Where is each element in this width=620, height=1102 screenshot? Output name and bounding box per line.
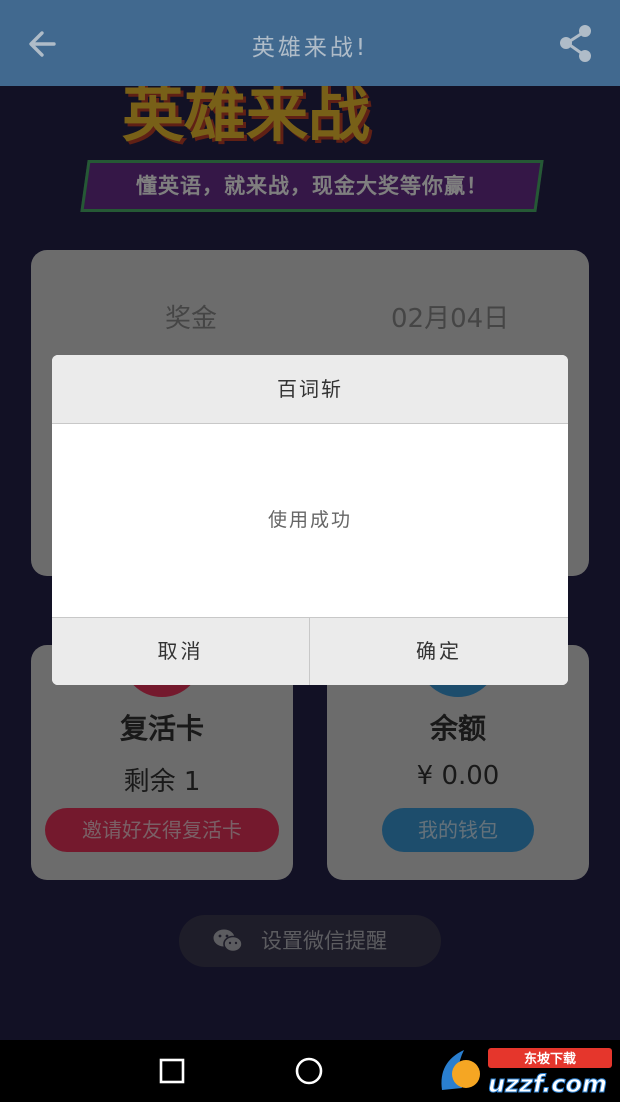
dialog-title: 百词斩 xyxy=(52,355,568,424)
recent-apps-icon[interactable] xyxy=(158,1057,186,1085)
confirm-button[interactable]: 确定 xyxy=(310,617,568,685)
app-bar: 英雄来战! xyxy=(0,0,620,86)
app-screen: 英雄来战 懂英语，就来战，现金大奖等你赢！ 奖金 02月04日 复活卡 剩余 1… xyxy=(0,0,620,1040)
cancel-button[interactable]: 取消 xyxy=(52,617,309,685)
svg-text:东坡下载: 东坡下载 xyxy=(524,1051,576,1067)
app-bar-dim xyxy=(0,0,620,86)
home-icon[interactable] xyxy=(294,1056,324,1086)
uzzf-watermark-logo: 东坡下载 uzzf.com xyxy=(441,1048,612,1099)
dialog-message: 使用成功 xyxy=(267,509,352,531)
svg-text:uzzf.com: uzzf.com xyxy=(488,1070,607,1098)
confirm-dialog: 百词斩 使用成功 取消 确定 xyxy=(52,355,568,685)
